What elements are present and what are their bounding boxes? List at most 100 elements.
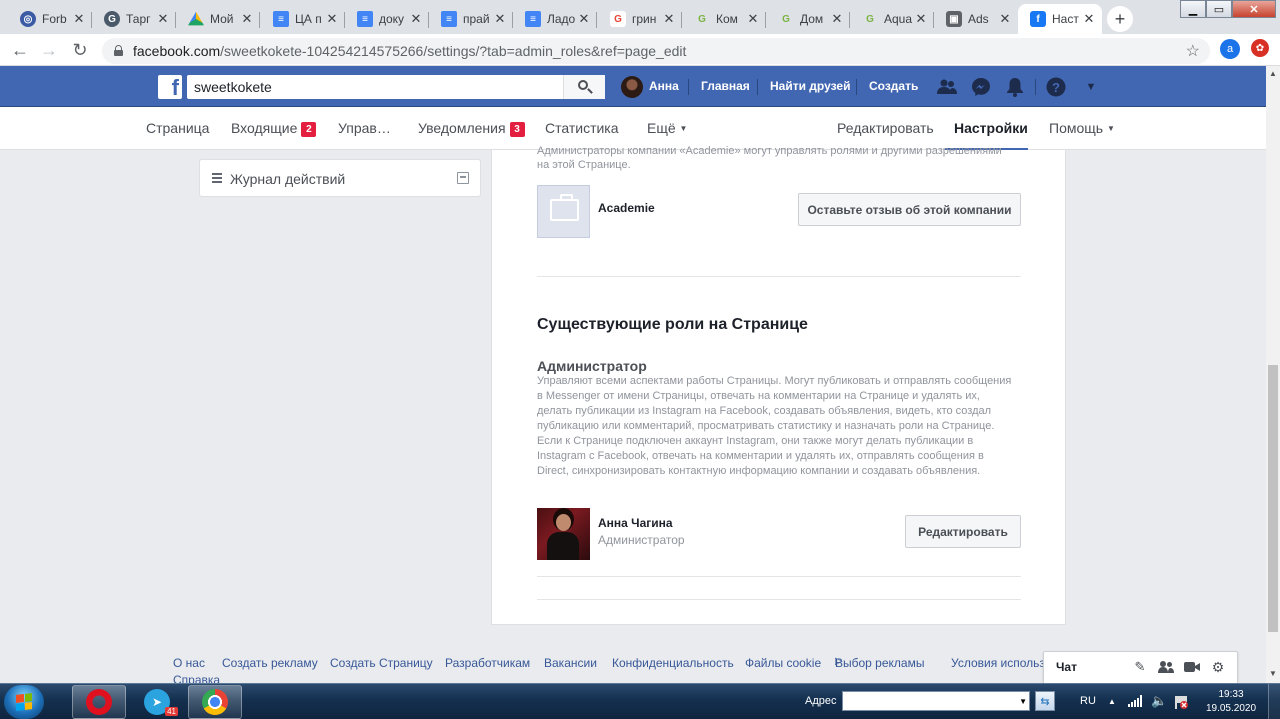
- taskbar-chrome[interactable]: [188, 685, 242, 719]
- back-icon[interactable]: ←: [9, 39, 31, 61]
- create-group-icon[interactable]: [1158, 659, 1174, 675]
- notifications-bell-icon[interactable]: [1004, 76, 1026, 98]
- edit-role-button[interactable]: Редактировать: [905, 515, 1021, 548]
- fb-search-box[interactable]: [187, 75, 605, 99]
- find-friends-link[interactable]: Найти друзей: [770, 79, 850, 93]
- tab-inbox[interactable]: Входящие 2: [231, 120, 317, 137]
- facebook-logo-icon[interactable]: f: [158, 75, 182, 99]
- close-tab-icon[interactable]: ✕: [577, 11, 591, 27]
- search-button[interactable]: [563, 75, 605, 99]
- show-desktop-button[interactable]: [1268, 684, 1280, 719]
- taskbar-telegram[interactable]: ➤ 41: [130, 685, 184, 719]
- close-tab-icon[interactable]: ✕: [72, 11, 86, 27]
- scrollbar-thumb[interactable]: [1268, 365, 1278, 632]
- close-tab-icon[interactable]: ✕: [1082, 11, 1096, 27]
- show-hidden-icons[interactable]: ▲: [1108, 697, 1116, 706]
- taskbar-opera[interactable]: [72, 685, 126, 719]
- review-business-button[interactable]: Оставьте отзыв об этой компании: [798, 193, 1021, 226]
- close-tab-icon[interactable]: ✕: [409, 11, 423, 27]
- bookmark-star-icon[interactable]: ☆: [1186, 41, 1200, 61]
- browser-tab[interactable]: f Наст ✕: [1018, 4, 1102, 34]
- close-window-button[interactable]: ✕: [1232, 0, 1276, 18]
- close-tab-icon[interactable]: ✕: [493, 11, 507, 27]
- minimize-button[interactable]: ▁: [1180, 0, 1206, 18]
- business-name[interactable]: Academie: [598, 201, 655, 215]
- browser-tab[interactable]: ≡ ЦА п ✕: [261, 4, 345, 34]
- browser-tab[interactable]: G Дом ✕: [766, 4, 850, 34]
- gs-icon: G: [104, 11, 120, 27]
- business-thumbnail[interactable]: [537, 185, 590, 238]
- fb-search-input[interactable]: [187, 75, 567, 99]
- close-tab-icon[interactable]: ✕: [662, 11, 676, 27]
- dropdown-arrow-icon[interactable]: ▼: [1019, 697, 1027, 706]
- tab-help[interactable]: Помощь ▼: [1049, 120, 1115, 136]
- messenger-icon[interactable]: [970, 76, 992, 98]
- tab-manage[interactable]: Управ…: [338, 120, 391, 136]
- browser-tab[interactable]: ≡ Ладо ✕: [513, 4, 597, 34]
- create-link[interactable]: Создать: [869, 79, 918, 93]
- friend-requests-icon[interactable]: [936, 76, 958, 98]
- footer-link-privacy[interactable]: Конфиденциальность: [612, 656, 734, 670]
- go-button[interactable]: ⇆: [1035, 691, 1055, 711]
- tab-stats[interactable]: Статистика: [545, 120, 619, 136]
- reload-icon[interactable]: ↻: [69, 39, 91, 61]
- close-tab-icon[interactable]: ✕: [746, 11, 760, 27]
- footer-link-careers[interactable]: Вакансии: [544, 656, 597, 670]
- footer-link-cookies[interactable]: Файлы cookie: [745, 656, 821, 670]
- extension-icon[interactable]: ✿: [1251, 39, 1269, 57]
- close-tab-icon[interactable]: ✕: [240, 11, 254, 27]
- chat-settings-gear-icon[interactable]: ⚙: [1210, 659, 1226, 675]
- new-tab-button[interactable]: +: [1107, 6, 1133, 32]
- tab-settings[interactable]: Настройки: [954, 120, 1028, 136]
- tab-separator: [596, 12, 597, 28]
- person-name[interactable]: Анна Чагина: [598, 516, 673, 530]
- account-menu-chevron-icon[interactable]: ▼: [1080, 76, 1102, 98]
- network-icon[interactable]: [1128, 695, 1142, 710]
- video-call-icon[interactable]: [1184, 659, 1200, 675]
- tab-more[interactable]: Ещё ▼: [647, 120, 687, 136]
- language-indicator[interactable]: RU: [1080, 695, 1096, 707]
- maximize-button[interactable]: ▭: [1206, 0, 1232, 18]
- home-link[interactable]: Главная: [701, 79, 750, 93]
- close-tab-icon[interactable]: ✕: [998, 11, 1012, 27]
- start-button[interactable]: [4, 685, 44, 719]
- footer-link-create-page[interactable]: Создать Страницу: [330, 656, 433, 670]
- address-toolbar-input[interactable]: ▼: [842, 691, 1030, 711]
- address-bar[interactable]: facebook.com/sweetkokete-104254214575266…: [102, 38, 1210, 64]
- new-message-icon[interactable]: ✎: [1132, 659, 1148, 675]
- tab-page[interactable]: Страница: [146, 120, 209, 136]
- profile-avatar[interactable]: a: [1220, 39, 1240, 59]
- volume-icon[interactable]: 🔈: [1151, 693, 1167, 709]
- system-clock[interactable]: 19:33 19.05.2020: [1196, 688, 1266, 716]
- close-tab-icon[interactable]: ✕: [914, 11, 928, 27]
- footer-link-create-ad[interactable]: Создать рекламу: [222, 656, 318, 670]
- tab-edit[interactable]: Редактировать: [837, 120, 934, 136]
- footer-link-developers[interactable]: Разработчикам: [445, 656, 530, 670]
- action-center-flag-icon[interactable]: [1174, 695, 1188, 712]
- chat-tab[interactable]: Чат ✎ ⚙: [1043, 651, 1238, 683]
- browser-tab[interactable]: Gгрин ✕: [598, 4, 682, 34]
- scroll-up-icon[interactable]: ▲: [1266, 66, 1280, 80]
- close-tab-icon[interactable]: ✕: [830, 11, 844, 27]
- browser-tab[interactable]: ≡ доку ✕: [345, 4, 429, 34]
- browser-tab[interactable]: G Тарг ✕: [92, 4, 176, 34]
- browser-tab[interactable]: ◎ Forb ✕: [8, 4, 92, 34]
- footer-link-about[interactable]: О нас: [173, 656, 205, 670]
- forward-icon[interactable]: →: [38, 39, 60, 61]
- address-toolbar-label: Адрес: [805, 695, 837, 707]
- browser-tab[interactable]: G Aqua ✕: [850, 4, 934, 34]
- browser-tab[interactable]: ≡ прай ✕: [429, 4, 513, 34]
- scroll-down-icon[interactable]: ▼: [1266, 666, 1280, 680]
- footer-link-terms[interactable]: Условия использо: [951, 656, 1051, 670]
- browser-tab[interactable]: ▣ Ads ✕: [934, 4, 1018, 34]
- activity-log-item[interactable]: Журнал действий: [199, 159, 481, 197]
- browser-tab[interactable]: G Ком ✕: [682, 4, 766, 34]
- user-avatar[interactable]: [621, 76, 643, 98]
- person-photo[interactable]: [537, 508, 590, 560]
- tab-notifications[interactable]: Уведомления 3: [418, 120, 525, 137]
- close-tab-icon[interactable]: ✕: [325, 11, 339, 27]
- user-name-link[interactable]: Анна: [649, 79, 679, 93]
- help-icon[interactable]: ?: [1045, 76, 1067, 98]
- close-tab-icon[interactable]: ✕: [156, 11, 170, 27]
- browser-tab[interactable]: Мой ✕: [176, 4, 260, 34]
